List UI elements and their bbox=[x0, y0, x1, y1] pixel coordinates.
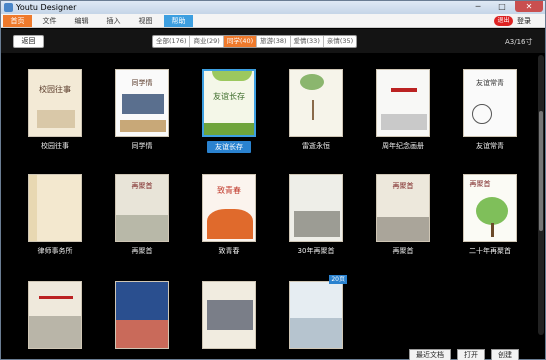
filter-tab-love[interactable]: 爱情(33) bbox=[291, 36, 324, 47]
logout-badge[interactable]: 退出 bbox=[494, 16, 513, 26]
template-caption: 同学情 bbox=[131, 142, 153, 150]
template-caption: 校园往事 bbox=[41, 142, 69, 150]
menu-file[interactable]: 文件 bbox=[35, 15, 64, 27]
cover-illustration bbox=[312, 100, 314, 120]
menu-edit[interactable]: 编辑 bbox=[67, 15, 96, 27]
recent-documents-button[interactable]: 最近文档 bbox=[409, 349, 451, 360]
filter-tab-travel[interactable]: 旅游(38) bbox=[257, 36, 291, 47]
minimize-button[interactable]: ─ bbox=[467, 1, 489, 12]
template-cover[interactable] bbox=[28, 174, 82, 242]
template-caption: 再聚首 bbox=[392, 247, 414, 255]
template-cover[interactable] bbox=[28, 281, 82, 349]
menu-bar: 首页 文件 编辑 插入 视图 帮助 退出 登录 bbox=[1, 14, 545, 28]
open-button[interactable]: 打开 bbox=[457, 349, 485, 360]
template-cover[interactable]: 再聚首 bbox=[376, 174, 430, 242]
category-filter-tabs: 全部(176) 商业(29) 同学(40) 旅游(38) 爱情(33) 亲情(3… bbox=[152, 35, 358, 48]
toolbar: 返回 全部(176) 商业(29) 同学(40) 旅游(38) 爱情(33) 亲… bbox=[1, 29, 545, 53]
campus-photo bbox=[207, 300, 253, 330]
title-stamp bbox=[39, 296, 73, 299]
template-cover[interactable] bbox=[115, 281, 169, 349]
template-caption: 周年纪念画册 bbox=[382, 142, 424, 150]
books-illustration bbox=[116, 320, 168, 348]
template-cover[interactable]: 友谊常青 bbox=[463, 69, 517, 137]
scrollbar-thumb[interactable] bbox=[539, 111, 543, 231]
menu-home[interactable]: 首页 bbox=[3, 15, 32, 27]
filter-tab-all[interactable]: 全部(176) bbox=[153, 36, 191, 47]
template-cover[interactable]: 友谊长存 bbox=[202, 69, 256, 137]
filter-tab-family[interactable]: 亲情(35) bbox=[324, 36, 356, 47]
app-logo-icon bbox=[4, 3, 13, 12]
leaf-illustration bbox=[300, 74, 324, 90]
cover-title: 再聚首 bbox=[131, 182, 153, 190]
landscape-illustration bbox=[290, 318, 342, 348]
template-cover[interactable] bbox=[202, 281, 256, 349]
template-cover[interactable]: 再聚首 bbox=[463, 174, 517, 242]
login-link[interactable]: 登录 bbox=[517, 15, 531, 27]
template-caption: 致青春 bbox=[218, 247, 240, 255]
menu-view[interactable]: 视图 bbox=[131, 15, 160, 27]
template-caption: 律师事务所 bbox=[37, 247, 73, 255]
menu-help[interactable]: 帮助 bbox=[164, 15, 193, 27]
template-cover[interactable]: 校园往事 bbox=[28, 69, 82, 137]
template-caption: 雷逝永恒 bbox=[302, 142, 330, 150]
close-button[interactable]: ✕ bbox=[515, 1, 543, 12]
grass-illustration bbox=[204, 123, 254, 135]
template-caption: 二十年再聚首 bbox=[469, 247, 511, 255]
cover-title: 友谊长存 bbox=[213, 92, 245, 101]
page-count-badge: 20页 bbox=[329, 275, 347, 284]
template-cover[interactable]: 致青春 bbox=[202, 174, 256, 242]
template-cover[interactable] bbox=[376, 69, 430, 137]
cover-title: 友谊常青 bbox=[476, 79, 504, 87]
template-cover[interactable] bbox=[289, 281, 343, 349]
mountain-illustration bbox=[377, 217, 429, 241]
dandelion-illustration bbox=[472, 104, 492, 124]
filter-tab-business[interactable]: 商业(29) bbox=[190, 36, 224, 47]
cover-illustration bbox=[120, 120, 166, 132]
template-cover[interactable]: 同学情 bbox=[115, 69, 169, 137]
maximize-button[interactable]: □ bbox=[491, 1, 513, 12]
menu-insert[interactable]: 插入 bbox=[99, 15, 128, 27]
back-button[interactable]: 返回 bbox=[13, 35, 44, 48]
ink-landscape-illustration bbox=[294, 211, 340, 237]
template-caption: 友谊长存 bbox=[207, 141, 251, 153]
template-caption: 再聚首 bbox=[131, 247, 153, 255]
app-window: Youtu Designer ─ □ ✕ 首页 文件 编辑 插入 视图 帮助 退… bbox=[0, 0, 546, 360]
cover-illustration bbox=[37, 110, 75, 128]
autumn-leaves-illustration bbox=[207, 209, 253, 239]
template-cover[interactable] bbox=[289, 69, 343, 137]
template-cover[interactable] bbox=[289, 174, 343, 242]
tree-illustration bbox=[476, 197, 508, 225]
cover-title: 致青春 bbox=[217, 186, 241, 195]
template-grid: 校园往事 校园往事 同学情 同学情 友谊长存 友谊长存 雷逝永恒 周年纪念画册 … bbox=[1, 53, 535, 360]
create-button[interactable]: 创建 bbox=[491, 349, 519, 360]
vertical-scrollbar[interactable] bbox=[538, 55, 544, 335]
cover-illustration bbox=[29, 175, 37, 241]
footer-actions: 最近文档 打开 创建 bbox=[409, 349, 519, 360]
mountain-illustration bbox=[116, 215, 168, 241]
filter-tab-classmates[interactable]: 同学(40) bbox=[223, 36, 258, 47]
tree-trunk bbox=[491, 223, 494, 237]
group-photo bbox=[122, 94, 164, 114]
lake-illustration bbox=[29, 316, 81, 348]
cover-title: 再聚首 bbox=[469, 180, 491, 188]
cover-title: 同学情 bbox=[131, 79, 153, 87]
template-caption: 友谊常青 bbox=[476, 142, 504, 150]
title-bar: Youtu Designer ─ □ ✕ bbox=[1, 1, 545, 14]
leaf-illustration bbox=[212, 71, 252, 81]
page-size-indicator: A3/16寸 bbox=[505, 38, 533, 46]
template-cover[interactable]: 再聚首 bbox=[115, 174, 169, 242]
landscape-illustration bbox=[381, 114, 427, 130]
cover-title: 校园往事 bbox=[39, 85, 71, 94]
title-stamp bbox=[391, 88, 417, 92]
template-caption: 30年再聚首 bbox=[297, 247, 335, 255]
window-title: Youtu Designer bbox=[16, 3, 77, 12]
cover-title: 再聚首 bbox=[392, 182, 414, 190]
